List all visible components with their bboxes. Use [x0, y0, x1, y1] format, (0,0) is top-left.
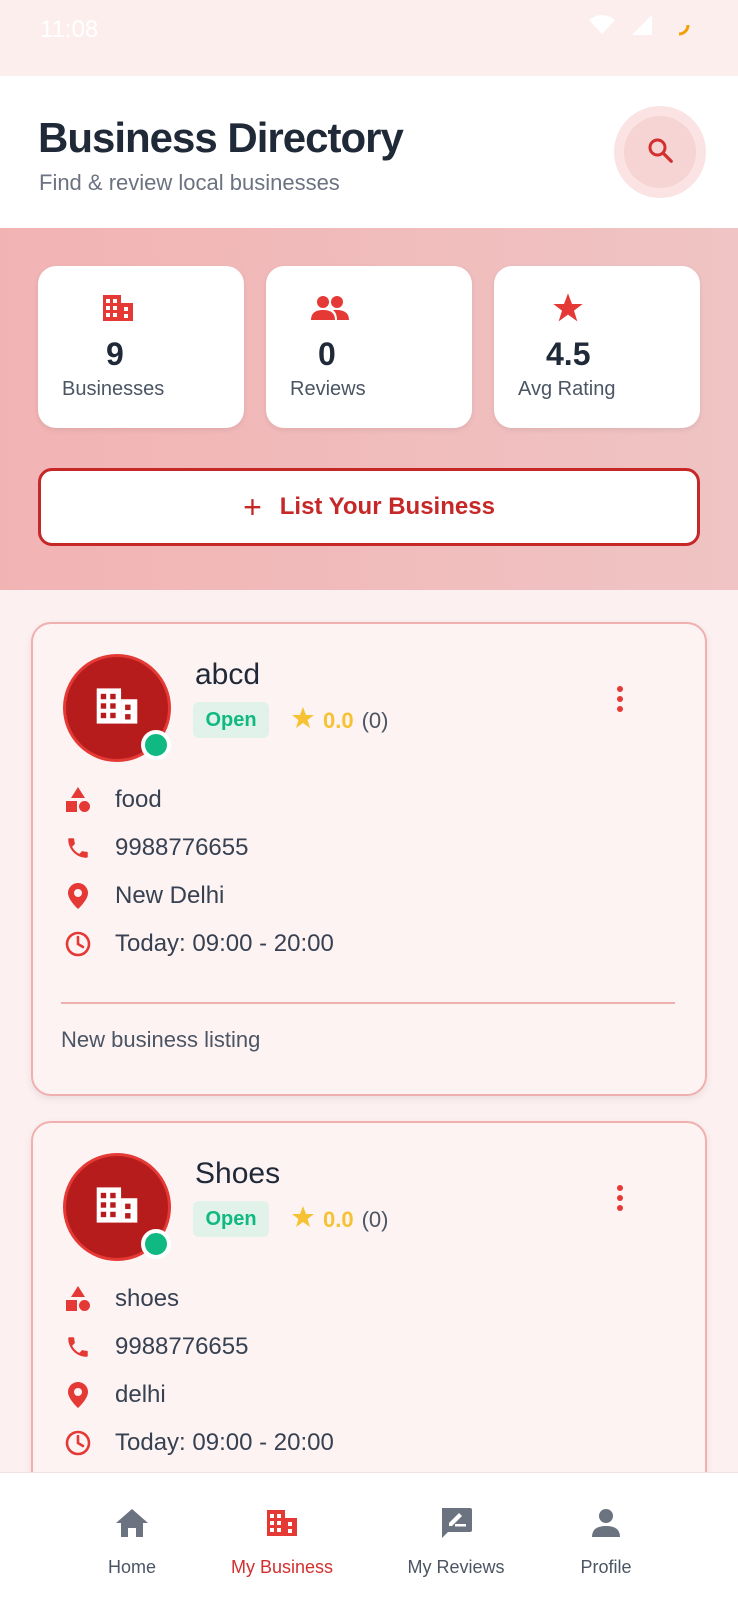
bottom-navigation: Home My Business My Reviews Profile [0, 1472, 738, 1600]
home-icon [112, 1503, 152, 1543]
info-row-location: delhi [61, 1377, 166, 1413]
nav-item-home[interactable]: Home [62, 1473, 202, 1600]
building-icon [94, 685, 140, 732]
stats-section: 9 Businesses 0 Reviews 4.5 Avg Rating + … [0, 228, 738, 590]
info-row-hours: Today: 09:00 - 20:00 [61, 1425, 334, 1461]
review-count: (0) [361, 708, 389, 733]
person-icon [586, 1503, 626, 1543]
clock-icon [61, 1426, 95, 1460]
app-header: Business Directory Find & review local b… [0, 76, 738, 228]
business-name: Shoes [195, 1157, 281, 1190]
rating-value: 0.0 [323, 708, 354, 733]
phone-icon [61, 831, 95, 865]
business-phone: 9988776655 [115, 1333, 249, 1360]
info-row-category: shoes [61, 1281, 179, 1317]
category-icon [61, 1282, 95, 1316]
business-location: New Delhi [115, 882, 225, 909]
business-category: food [115, 786, 162, 813]
more-options-button[interactable] [605, 1183, 635, 1217]
star-icon [291, 1205, 315, 1235]
phone-icon [61, 1330, 95, 1364]
nav-item-my-business[interactable]: My Business [212, 1473, 352, 1600]
rate-review-icon [436, 1503, 476, 1543]
status-badge: Open [193, 1201, 269, 1237]
business-location: delhi [115, 1381, 166, 1408]
location-pin-icon [61, 879, 95, 913]
building-icon [262, 1503, 302, 1543]
nav-label: Profile [580, 1557, 632, 1577]
search-button[interactable] [614, 106, 706, 198]
nav-item-my-reviews[interactable]: My Reviews [386, 1473, 526, 1600]
info-row-category: food [61, 782, 162, 818]
status-icons [588, 12, 690, 43]
stat-value: 0 [318, 336, 336, 372]
review-count: (0) [361, 1207, 389, 1232]
stat-value: 4.5 [546, 336, 591, 372]
people-icon [310, 290, 350, 326]
business-hours: Today: 09:00 - 20:00 [115, 930, 334, 957]
page-subtitle: Find & review local businesses [39, 170, 340, 195]
status-bar: 11:08 [0, 0, 738, 76]
stat-label: Avg Rating [518, 378, 616, 400]
stat-card-avg-rating: 4.5 Avg Rating [494, 266, 700, 428]
info-row-location: New Delhi [61, 878, 224, 914]
search-icon [645, 135, 675, 170]
stat-value: 9 [106, 336, 124, 372]
nav-label: Home [107, 1557, 156, 1577]
nav-item-profile[interactable]: Profile [536, 1473, 676, 1600]
plus-icon: + [243, 488, 262, 525]
info-row-phone[interactable]: 9988776655 [61, 1329, 248, 1365]
business-hours: Today: 09:00 - 20:00 [115, 1429, 334, 1456]
business-rating: 0.0 (0) [291, 1205, 388, 1235]
online-status-dot [141, 1229, 171, 1259]
nav-label: My Reviews [407, 1557, 505, 1577]
rating-value: 0.0 [323, 1207, 354, 1232]
list-button-label: List Your Business [279, 493, 495, 520]
list-your-business-button[interactable]: + List Your Business [38, 468, 700, 546]
info-row-hours: Today: 09:00 - 20:00 [61, 926, 334, 962]
more-vert-icon [616, 1184, 624, 1217]
stat-label: Reviews [290, 378, 366, 400]
stat-card-reviews: 0 Reviews [266, 266, 472, 428]
online-status-dot [141, 730, 171, 760]
building-icon [94, 1184, 140, 1231]
card-divider [61, 1002, 675, 1004]
location-pin-icon [61, 1378, 95, 1412]
business-name: abcd [195, 658, 261, 691]
status-time: 11:08 [40, 16, 99, 43]
page-title: Business Directory [38, 114, 404, 161]
more-vert-icon [616, 685, 624, 718]
clock-icon [61, 927, 95, 961]
wifi-icon [588, 14, 616, 41]
business-category: shoes [115, 1285, 180, 1312]
more-options-button[interactable] [605, 684, 635, 718]
business-phone: 9988776655 [115, 834, 249, 861]
business-description: New business listing [61, 1027, 261, 1052]
status-badge: Open [193, 702, 269, 738]
stat-card-businesses: 9 Businesses [38, 266, 244, 428]
business-card[interactable]: abcd Open 0.0 (0) food 9988776655 New De… [31, 622, 707, 1096]
business-rating: 0.0 (0) [291, 706, 388, 736]
signal-icon [630, 13, 654, 42]
star-icon [548, 290, 588, 326]
category-icon [61, 783, 95, 817]
info-row-phone[interactable]: 9988776655 [61, 830, 248, 866]
nav-label: My Business [230, 1557, 334, 1577]
star-icon [291, 706, 315, 736]
stat-label: Businesses [62, 378, 165, 400]
battery-icon [668, 12, 690, 43]
building-icon [98, 290, 138, 326]
